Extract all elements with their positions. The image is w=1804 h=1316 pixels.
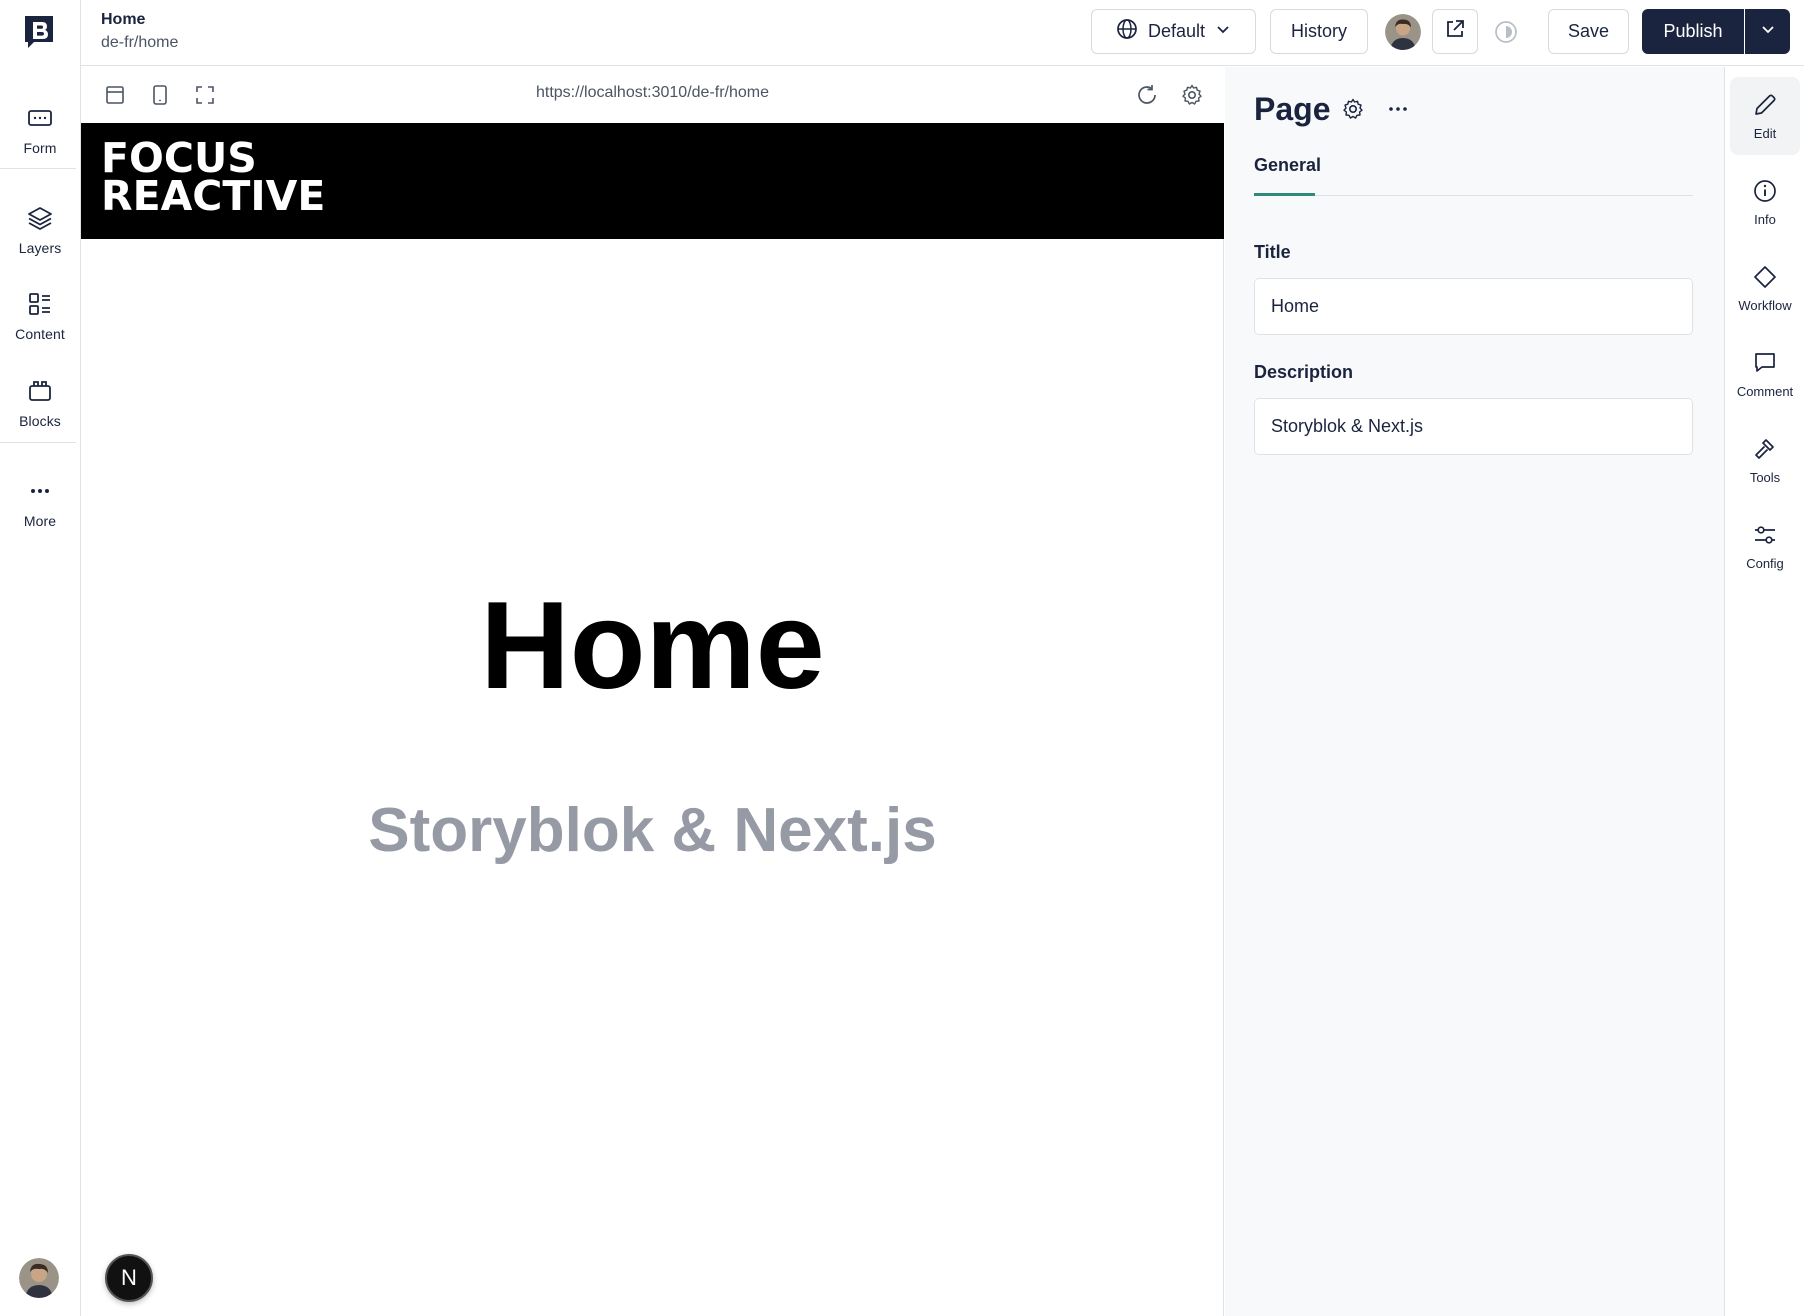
- comment-icon: [1751, 349, 1779, 377]
- content-icon: [26, 290, 54, 318]
- hammer-icon: [1751, 435, 1779, 463]
- rail-item-comment[interactable]: Comment: [1730, 335, 1800, 413]
- rail-item-label: Form: [23, 140, 57, 156]
- user-avatar[interactable]: [19, 1258, 59, 1298]
- rail-item-config[interactable]: Config: [1730, 507, 1800, 585]
- language-select[interactable]: Default: [1091, 9, 1256, 54]
- rail-item-label: Blocks: [19, 413, 61, 429]
- blocks-icon: [26, 377, 54, 405]
- title-input[interactable]: [1254, 278, 1693, 335]
- rail-item-label: Edit: [1753, 126, 1777, 141]
- rail-item-more[interactable]: More: [0, 463, 80, 543]
- preview-url[interactable]: https://localhost:3010/de-fr/home: [81, 84, 1224, 102]
- nextjs-dev-badge[interactable]: N: [105, 1254, 153, 1302]
- page-name: Home: [101, 11, 146, 28]
- language-label: Default: [1147, 21, 1206, 41]
- chevron-down-icon: [1215, 21, 1231, 42]
- rail-item-label: Tools: [1749, 470, 1781, 485]
- rail-divider: [0, 168, 76, 169]
- tab-general[interactable]: General: [1254, 155, 1321, 176]
- top-bar: Home de-fr/home Default History Save Pub…: [81, 0, 1804, 66]
- more-icon: [26, 477, 54, 505]
- nextjs-icon: N: [121, 1265, 137, 1290]
- layers-icon: [26, 204, 54, 232]
- rail-item-content[interactable]: Content: [0, 276, 80, 356]
- history-button[interactable]: History: [1270, 9, 1368, 54]
- rail-item-form[interactable]: Form: [0, 90, 80, 170]
- tab-divider: [1254, 195, 1693, 196]
- rail-item-label: Config: [1746, 556, 1784, 571]
- rail-item-label: Comment: [1736, 384, 1794, 399]
- open-external-button[interactable]: [1432, 9, 1478, 54]
- hero-subtitle[interactable]: Storyblok & Next.js: [81, 795, 1224, 866]
- focus-reactive-logo[interactable]: FOCUS REACTIVE: [101, 138, 326, 220]
- preview-toolbar: https://localhost:3010/de-fr/home: [81, 67, 1224, 123]
- rail-item-edit[interactable]: Edit: [1730, 77, 1800, 155]
- rail-item-tools[interactable]: Tools: [1730, 421, 1800, 499]
- publish-button[interactable]: Publish: [1642, 9, 1744, 54]
- content-panel: Page General Title Description: [1225, 67, 1725, 1316]
- site-header: FOCUS REACTIVE: [81, 123, 1224, 239]
- sliders-icon: [1751, 521, 1779, 549]
- rail-item-label: Content: [15, 326, 65, 342]
- visual-preview: https://localhost:3010/de-fr/home FOCUS …: [81, 67, 1224, 1316]
- rail-item-layers[interactable]: Layers: [0, 190, 80, 270]
- external-link-icon: [1444, 18, 1466, 45]
- status-icon: [1494, 20, 1518, 44]
- more-options-icon[interactable]: [1385, 97, 1411, 121]
- page-slug: de-fr/home: [101, 34, 179, 51]
- left-rail: Form Layers Content Blocks More: [0, 0, 81, 1316]
- logo-line-2: REACTIVE: [101, 172, 326, 220]
- rail-item-label: Workflow: [1738, 298, 1792, 313]
- gear-icon[interactable]: [1341, 97, 1365, 121]
- save-button[interactable]: Save: [1548, 9, 1629, 54]
- preview-settings-gear-icon[interactable]: [1178, 81, 1206, 109]
- description-input[interactable]: [1254, 398, 1693, 455]
- panel-title: Page: [1254, 91, 1331, 127]
- pencil-icon: [1751, 91, 1779, 119]
- description-label: Description: [1254, 362, 1354, 382]
- globe-icon: [1116, 18, 1138, 45]
- info-icon: [1751, 177, 1779, 205]
- diamond-icon: [1751, 263, 1779, 291]
- rail-item-info[interactable]: Info: [1730, 163, 1800, 241]
- active-tab-indicator: [1254, 193, 1315, 196]
- rail-divider: [0, 442, 76, 443]
- chevron-down-icon: [1760, 21, 1776, 42]
- rail-item-workflow[interactable]: Workflow: [1730, 249, 1800, 327]
- rail-item-label: Layers: [18, 240, 62, 256]
- rail-item-label: Info: [1754, 212, 1776, 227]
- storyblok-logo-icon[interactable]: [22, 14, 56, 50]
- refresh-icon[interactable]: [1133, 81, 1161, 109]
- rail-item-blocks[interactable]: Blocks: [0, 363, 80, 443]
- publish-options-button[interactable]: [1745, 9, 1790, 54]
- form-icon: [26, 104, 54, 132]
- rail-item-label: More: [23, 513, 57, 529]
- right-rail: Edit Info Workflow Comment Tools Config: [1725, 67, 1804, 1316]
- collaborator-avatar[interactable]: [1385, 14, 1421, 50]
- title-label: Title: [1254, 242, 1291, 262]
- hero-title[interactable]: Home: [81, 575, 1224, 717]
